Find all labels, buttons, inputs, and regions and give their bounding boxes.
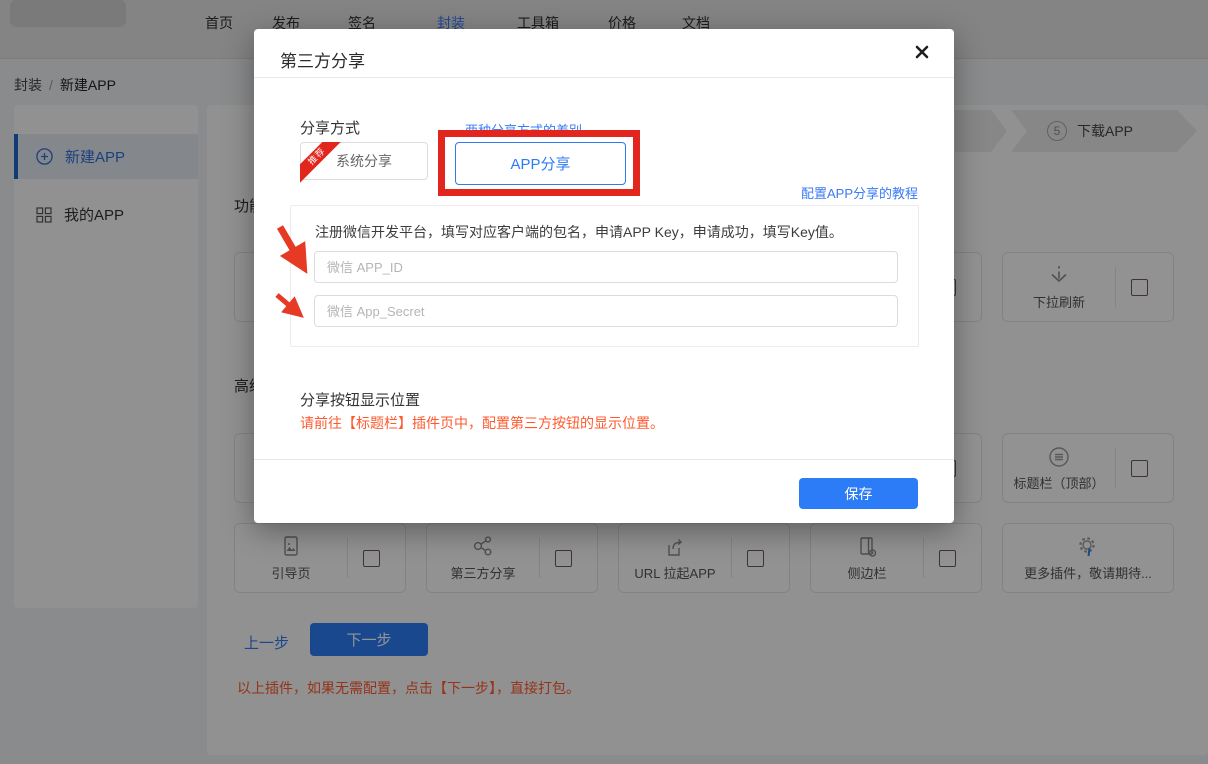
share-button-position-note: 请前往【标题栏】插件页中，配置第三方按钮的显示位置。 [300, 413, 664, 433]
annotation-highlight-box [438, 130, 640, 196]
wechat-appid-input[interactable] [314, 251, 898, 283]
wechat-config-box: 注册微信开发平台，填写对应客户端的包名，申请APP Key，申请成功，填写Key… [290, 205, 919, 347]
annotation-arrows [258, 208, 338, 333]
wechat-instruction-text: 注册微信开发平台，填写对应客户端的包名，申请APP Key，申请成功，填写Key… [315, 222, 843, 242]
modal-header-divider [254, 77, 954, 78]
tab-system-share[interactable]: 推荐 系统分享 [300, 142, 428, 180]
share-method-label: 分享方式 [300, 117, 360, 138]
share-button-position-label: 分享按钮显示位置 [300, 389, 420, 410]
close-icon[interactable] [914, 44, 936, 66]
third-party-share-modal: 第三方分享 分享方式 两种分享方式的差别 推荐 系统分享 APP分享 配置APP… [254, 29, 954, 523]
save-button[interactable]: 保存 [799, 478, 918, 509]
annotation-arrow-appsecret [277, 295, 297, 312]
tab-system-share-label: 系统分享 [336, 151, 392, 171]
modal-title: 第三方分享 [280, 47, 365, 72]
app-share-tutorial-link[interactable]: 配置APP分享的教程 [801, 183, 918, 202]
annotation-arrow-appid [280, 227, 301, 263]
recommended-ribbon: 推荐 [300, 142, 342, 184]
page: 首页 发布 签名 封装 工具箱 价格 文档 封装/新建APP 新建APP 我的A… [0, 0, 1208, 764]
modal-footer-divider [254, 459, 954, 460]
wechat-appsecret-input[interactable] [314, 295, 898, 327]
